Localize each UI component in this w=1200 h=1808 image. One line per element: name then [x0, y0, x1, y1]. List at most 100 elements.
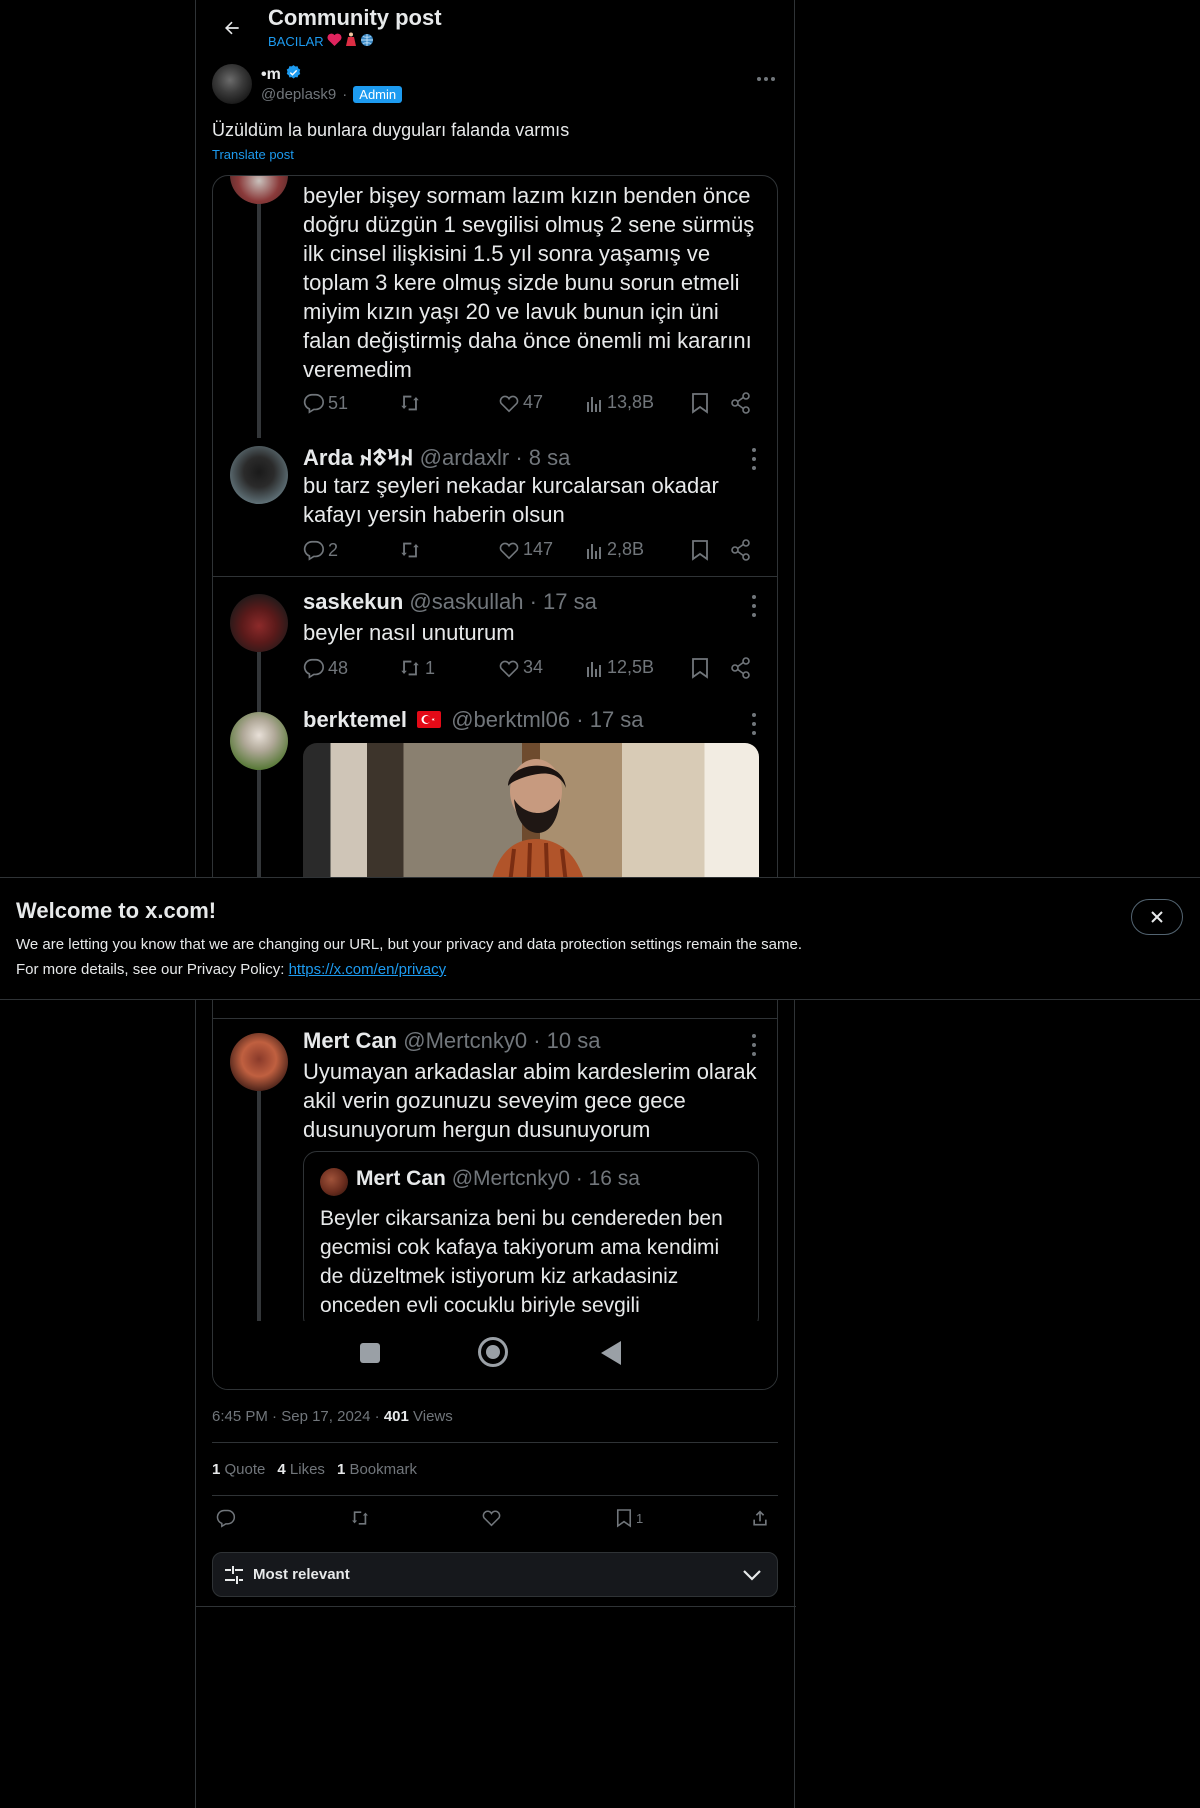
view-count-value: 2,8B	[607, 539, 645, 559]
like-count-value: 47	[523, 392, 544, 412]
page-title: Community post	[268, 5, 442, 30]
view-count: 12,5B	[586, 657, 654, 678]
quoted-author-name: Mert Can	[356, 1167, 446, 1190]
translate-post-link[interactable]: Translate post	[212, 147, 294, 162]
retweet-count-value: 1	[425, 657, 436, 678]
reply-count: 2	[303, 539, 338, 561]
person-figure	[491, 759, 585, 883]
admin-badge: Admin	[353, 86, 403, 103]
chevron-down-icon	[741, 1565, 763, 1590]
bookmarks-label: Bookmark	[349, 1461, 417, 1478]
view-count: 13,8B	[586, 392, 654, 413]
quoted-text: Beyler cikarsaniza beni bu cendereden be…	[320, 1207, 723, 1317]
tweet-avatar	[230, 712, 288, 770]
quoted-author-handle: @Mertcnky0	[451, 1167, 570, 1190]
tweet-author: Arda 𐰴𐰺𐱃𐰴 @ardaxlr · 8 sa	[303, 442, 570, 472]
reply-count-value: 51	[328, 392, 349, 413]
post-date[interactable]: Sep 17, 2024	[281, 1408, 370, 1425]
community-label: BACILAR	[268, 33, 324, 49]
engagement-stats: 1 Quote 4 Likes 1 Bookmark	[212, 1461, 417, 1478]
quotes-count: 1	[212, 1461, 221, 1478]
android-nav-bar	[213, 1321, 777, 1389]
meta-separator: ·	[342, 86, 348, 103]
tweet-author: Mert Can @Mertcnky0 · 10 sa	[303, 1028, 600, 1054]
share-icon	[731, 392, 751, 414]
bookmark-icon	[691, 657, 709, 679]
view-count-value: 13,8B	[607, 392, 655, 412]
tweet-text: beyler bişey sormam lazım kızın benden ö…	[303, 183, 755, 382]
banner-title: Welcome to x.com!	[16, 898, 217, 923]
sort-replies-dropdown[interactable]: Most relevant	[212, 1552, 778, 1597]
divider	[212, 1495, 778, 1496]
post-time[interactable]: 6:45 PM	[212, 1408, 268, 1425]
quotes-stat[interactable]: 1 Quote	[212, 1461, 265, 1478]
privacy-policy-link[interactable]: https://x.com/en/privacy	[289, 961, 447, 978]
turkey-flag-icon	[417, 708, 442, 734]
community-name[interactable]: BACILAR	[268, 32, 374, 50]
tweet-avatar	[230, 594, 288, 652]
tweet-time: · 8 sa	[515, 445, 571, 470]
tweet-author-handle: @ardaxlr	[419, 445, 510, 470]
divider	[212, 1442, 778, 1443]
views-count: 401	[383, 1408, 409, 1425]
like-icon[interactable]	[481, 1508, 502, 1527]
post-text: Üzüldüm la bunlara duyguları falanda var…	[212, 120, 570, 140]
banner-text-line1: We are letting you know that we are chan…	[16, 936, 802, 953]
tweet-author-name: Mert Can	[303, 1028, 398, 1053]
reply-count-value: 2	[328, 539, 339, 560]
heart-emoji-icon	[327, 33, 342, 49]
view-count-value: 12,5B	[607, 657, 655, 677]
tweet-avatar	[230, 1033, 288, 1091]
tweet-actions: 51 47 13,8B	[303, 392, 750, 416]
author-handle[interactable]: @deplask9	[261, 86, 336, 103]
bookmark-icon	[616, 1509, 632, 1528]
post-timestamp: 6:45 PM · Sep 17, 2024 · 401 Views	[212, 1408, 453, 1425]
tweet-time: · 17 sa	[576, 707, 644, 732]
more-options-icon[interactable]	[756, 66, 776, 87]
tweet-time: · 17 sa	[529, 589, 597, 614]
bookmark-button[interactable]: 1	[616, 1508, 643, 1528]
share-icon[interactable]	[750, 1508, 770, 1528]
verified-badge-icon	[285, 64, 302, 86]
like-count: 34	[498, 657, 543, 678]
retweet-count: 1	[398, 657, 435, 679]
tweet-author-handle: @berktml06	[451, 707, 571, 732]
bookmarks-stat[interactable]: 1 Bookmark	[337, 1461, 417, 1478]
tweet-text: bu tarz şeyleri nekadar kurcalarsan okad…	[303, 473, 719, 527]
quoted-time: · 16 sa	[575, 1167, 640, 1190]
author-avatar[interactable]	[212, 64, 252, 104]
tweet-text: beyler nasıl unuturum	[303, 620, 515, 645]
post-media-image[interactable]: beyler bişey sormam lazım kızın benden ö…	[212, 175, 778, 1390]
like-count: 147	[498, 539, 553, 560]
tweet-divider	[213, 576, 777, 577]
quoted-tweet: Mert Can @Mertcnky0 · 16 sa Beyler cikar…	[303, 1151, 759, 1331]
back-triangle-icon	[601, 1341, 621, 1365]
action-bar: 1	[212, 1508, 778, 1532]
tweet-time: · 10 sa	[533, 1028, 601, 1053]
reply-count: 51	[303, 392, 348, 414]
banner-text-line2: For more details, see our Privacy Policy…	[16, 961, 446, 978]
tweet-author-name: saskekun	[303, 589, 404, 614]
tweet-actions: 48 1 34 12,5B	[303, 657, 750, 681]
bookmark-icon	[691, 539, 709, 561]
likes-stat[interactable]: 4 Likes	[277, 1461, 325, 1478]
reply-count-value: 48	[328, 657, 349, 678]
thread-line	[257, 766, 261, 886]
tweet-author-handle: @saskullah	[409, 589, 524, 614]
author-name[interactable]: •m	[261, 64, 302, 86]
repost-icon[interactable]	[349, 1508, 371, 1528]
kebab-menu-icon	[751, 448, 757, 470]
views-label: Views	[413, 1408, 453, 1425]
retweet-icon	[398, 539, 422, 561]
reply-icon[interactable]	[216, 1508, 236, 1528]
tweet-avatar	[230, 446, 288, 504]
back-arrow-icon[interactable]	[214, 10, 250, 46]
bookmarks-count: 1	[336, 1461, 346, 1478]
close-banner-button[interactable]	[1131, 899, 1183, 935]
like-count-value: 147	[523, 539, 554, 559]
tweet-author-name: berktemel	[303, 707, 407, 732]
sort-label: Most relevant	[253, 1566, 350, 1583]
like-count-value: 34	[523, 657, 544, 677]
recents-icon	[360, 1343, 380, 1363]
banner-text-prefix: For more details, see our Privacy Policy…	[16, 961, 289, 978]
